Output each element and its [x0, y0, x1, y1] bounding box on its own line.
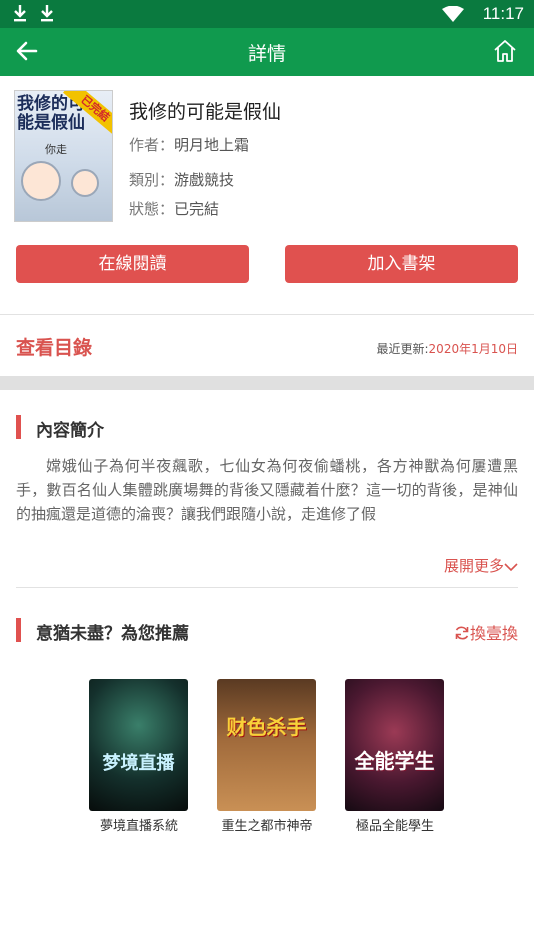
author-value: 明月地上霜 — [174, 136, 250, 154]
expand-more-label: 展開更多 — [443, 557, 504, 575]
cover-illustration — [71, 169, 99, 197]
recommend-title-1[interactable]: 夢境直播系統 — [69, 815, 209, 834]
chevron-down-icon — [504, 562, 518, 571]
page-title: 詳情 — [247, 43, 286, 65]
intro-text: 嫦娥仙子為何半夜飆歌，七仙女為何夜偷蟠桃，各方神獸為何屢遭黑手，數百名仙人集體跳… — [16, 457, 518, 523]
cover-illustration — [21, 161, 61, 201]
recommend-title-3[interactable]: 極品全能學生 — [325, 815, 465, 834]
home-icon[interactable] — [492, 38, 518, 64]
swap-label: 換壹換 — [469, 624, 518, 643]
book-title: 我修的可能是假仙 — [129, 101, 282, 123]
last-update: 最近更新:2020年1月10日 — [377, 340, 519, 357]
category-value: 游戲競技 — [174, 171, 235, 189]
book-author: 作者：明月地上霜 — [129, 134, 249, 155]
section-marker — [16, 415, 21, 439]
status-bar: 11:17 — [0, 0, 534, 28]
book-status: 狀態：已完結 — [129, 198, 219, 219]
clock: 11:17 — [482, 4, 524, 23]
intro-heading: 內容簡介 — [36, 421, 104, 441]
view-catalog-link[interactable]: 查看目錄 — [16, 333, 92, 360]
cover-text: 财色杀手 — [226, 715, 307, 739]
cover-text: 全能学生 — [354, 749, 435, 773]
wifi-icon — [442, 6, 464, 22]
cover-text: 梦境直播 — [102, 753, 175, 774]
author-label: 作者： — [129, 136, 175, 154]
book-category: 類別：游戲競技 — [129, 169, 234, 190]
download-icon — [14, 5, 26, 22]
recommend-cover-3[interactable]: 全能学生 — [345, 679, 444, 811]
update-prefix: 最近更新: — [376, 342, 429, 356]
add-to-shelf-button[interactable]: 加入書架 — [285, 245, 518, 283]
update-date: 2020年1月10日 — [428, 342, 518, 356]
recommend-title-2[interactable]: 重生之都市神帝 — [197, 815, 337, 834]
recommend-cover-2[interactable]: 财色杀手 — [217, 679, 316, 811]
book-cover: 我修的可能是假仙 你走 已完結 — [14, 90, 113, 222]
refresh-icon — [455, 626, 469, 640]
app-bar: 詳情 — [0, 28, 534, 76]
swap-button[interactable]: 換壹換 — [454, 620, 518, 644]
recommend-heading: 意猶未盡？為您推薦 — [36, 624, 189, 644]
download-icon — [41, 5, 53, 22]
section-marker — [16, 618, 21, 642]
cover-subtitle: 你走 — [45, 143, 67, 156]
status-value: 已完結 — [174, 200, 220, 218]
read-online-button[interactable]: 在線閱讀 — [16, 245, 249, 283]
divider — [16, 587, 518, 588]
expand-more-button[interactable]: 展開更多 — [444, 555, 518, 576]
category-label: 類別： — [129, 171, 175, 189]
divider — [0, 314, 534, 315]
status-label: 狀態： — [129, 200, 175, 218]
recommend-cover-1[interactable]: 梦境直播 — [89, 679, 188, 811]
section-divider — [0, 376, 534, 390]
